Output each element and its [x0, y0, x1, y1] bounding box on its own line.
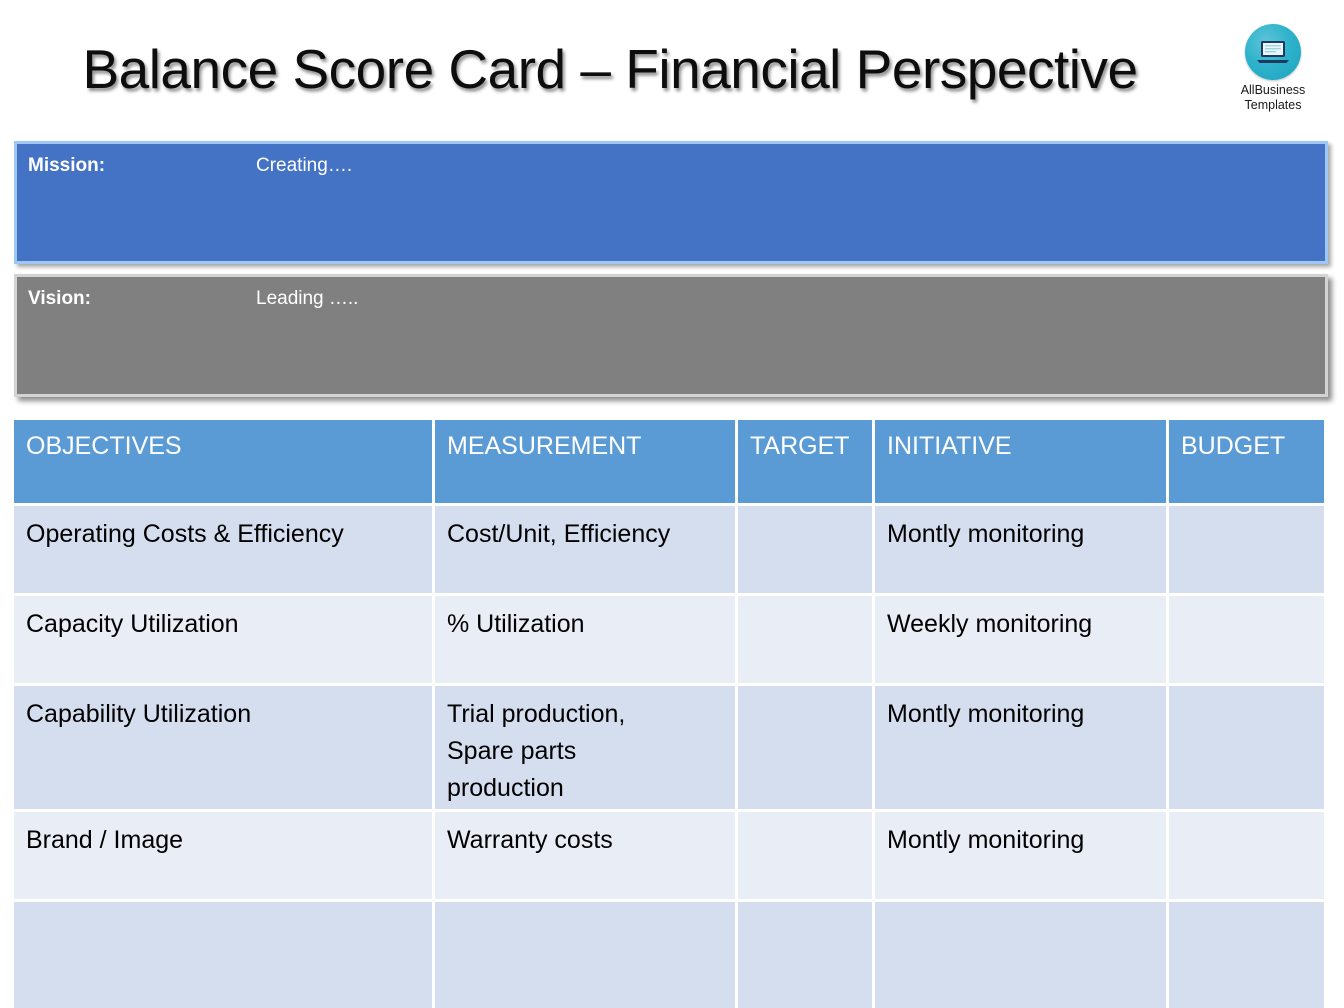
cell-target — [738, 686, 875, 812]
cell-target — [738, 596, 875, 686]
cell-budget — [1169, 686, 1324, 812]
cell-objectives — [14, 902, 435, 1008]
mission-label: Mission: — [28, 155, 106, 176]
cell-initiative: Montly monitoring — [875, 686, 1169, 812]
column-header-initiative: INITIATIVE — [875, 420, 1169, 506]
table-row: Brand / Image Warranty costs Montly moni… — [14, 812, 1324, 902]
column-header-budget: BUDGET — [1169, 420, 1324, 506]
mission-value: Creating…. — [256, 155, 353, 176]
column-header-objectives: OBJECTIVES — [14, 420, 435, 506]
cell-target — [738, 506, 875, 596]
cell-budget — [1169, 902, 1324, 1008]
page-title: Balance Score Card – Financial Perspecti… — [82, 38, 1138, 100]
column-header-target: TARGET — [738, 420, 875, 506]
table-header-row: OBJECTIVES MEASUREMENT TARGET INITIATIVE… — [14, 420, 1324, 506]
vision-label: Vision: — [28, 288, 91, 309]
cell-measurement — [435, 902, 738, 1008]
cell-measurement: Cost/Unit, Efficiency — [435, 506, 738, 596]
table-row: Capability Utilization Trial production,… — [14, 686, 1324, 812]
cell-measurement: Warranty costs — [435, 812, 738, 902]
vision-banner: Vision: Leading ….. — [14, 274, 1328, 397]
slide-canvas: Balance Score Card – Financial Perspecti… — [0, 0, 1344, 1008]
cell-objectives: Brand / Image — [14, 812, 435, 902]
table-row: Capacity Utilization % Utilization Weekl… — [14, 596, 1324, 686]
cell-objectives: Capacity Utilization — [14, 596, 435, 686]
cell-objectives: Operating Costs & Efficiency — [14, 506, 435, 596]
laptop-icon — [1245, 24, 1301, 80]
mission-banner: Mission: Creating…. — [14, 141, 1328, 264]
cell-initiative: Montly monitoring — [875, 506, 1169, 596]
cell-budget — [1169, 812, 1324, 902]
table-row: Operating Costs & Efficiency Cost/Unit, … — [14, 506, 1324, 596]
balance-scorecard-table: OBJECTIVES MEASUREMENT TARGET INITIATIVE… — [14, 420, 1324, 1008]
cell-initiative — [875, 902, 1169, 1008]
cell-initiative: Weekly monitoring — [875, 596, 1169, 686]
cell-objectives: Capability Utilization — [14, 686, 435, 812]
column-header-measurement: MEASUREMENT — [435, 420, 738, 506]
cell-measurement: % Utilization — [435, 596, 738, 686]
cell-target — [738, 812, 875, 902]
cell-measurement: Trial production, Spare parts production — [435, 686, 738, 812]
logo: AllBusiness Templates — [1220, 24, 1326, 113]
logo-text-line2: Templates — [1244, 97, 1302, 112]
logo-text-line1: AllBusiness — [1240, 83, 1306, 97]
logo-text: AllBusiness Templates — [1220, 83, 1326, 113]
vision-value: Leading ….. — [256, 288, 359, 309]
cell-budget — [1169, 506, 1324, 596]
cell-budget — [1169, 596, 1324, 686]
table-row — [14, 902, 1324, 1008]
cell-initiative: Montly monitoring — [875, 812, 1169, 902]
cell-target — [738, 902, 875, 1008]
